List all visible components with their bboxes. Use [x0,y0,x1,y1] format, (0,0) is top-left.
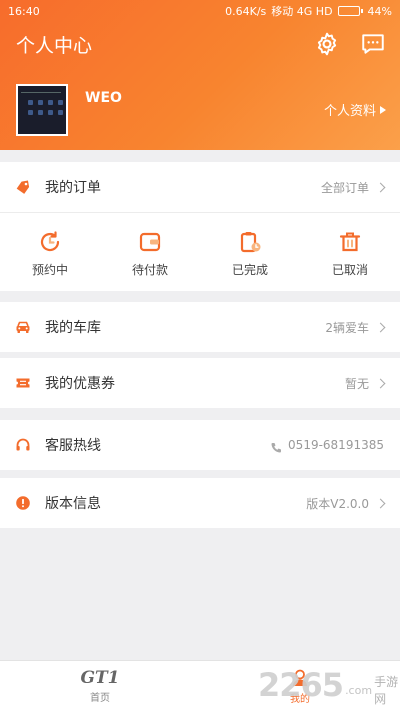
status-time: 16:40 [8,4,40,18]
clock-icon [37,229,63,255]
car-icon [15,319,31,335]
version-value: 版本V2.0.0 [306,496,369,511]
headset-icon [15,437,31,453]
watermark-suffix: .com [345,683,373,697]
clipboard-clock-icon [237,229,263,255]
my-garage-label: 我的车库 [45,320,101,336]
site-watermark: 2265 .com 手游网 [258,662,400,708]
my-garage-row[interactable]: 我的车库 2辆爱车 [0,302,400,352]
page-title: 个人中心 [16,35,93,57]
profile-header: 16:40 0.64K/s 移动 4G HD 44% 个人中心 WEO 个人资料 [0,0,400,150]
tag-icon [15,179,31,195]
chevron-right-icon [375,498,386,508]
my-orders-row[interactable]: 我的订单 全部订单 [0,162,400,212]
my-orders-label: 我的订单 [45,180,101,196]
order-status-label: 预约中 [31,263,68,277]
tab-home[interactable]: GT1 首页 [0,661,200,711]
ticket-icon [15,375,31,391]
trash-icon [337,229,363,255]
battery-icon [337,6,363,16]
garage-count: 2辆爱车 [325,320,369,335]
order-status-label: 待付款 [131,263,168,277]
my-coupons-row[interactable]: 我的优惠券 暂无 [0,358,400,408]
wallet-icon [137,229,163,255]
coupons-value: 暂无 [344,376,369,391]
order-status-pending-payment[interactable]: 待付款 [100,213,200,291]
net-speed: 0.64K/s [225,4,267,18]
profile-link[interactable]: 个人资料 [324,100,386,119]
status-bar: 16:40 0.64K/s 移动 4G HD 44% [0,0,400,22]
order-status-booking[interactable]: 预约中 [0,213,100,291]
gear-icon[interactable] [314,31,340,57]
order-status-completed[interactable]: 已完成 [200,213,300,291]
my-coupons-label: 我的优惠券 [45,376,115,392]
order-status-list: 预约中 待付款 已完成 已取消 [0,213,400,291]
info-icon [15,495,31,511]
carrier-label: 移动 4G HD [271,5,333,18]
triangle-right-icon [380,105,386,114]
version-info-row[interactable]: 版本信息 版本V2.0.0 [0,478,400,528]
version-info-label: 版本信息 [45,496,101,512]
service-hotline-label: 客服热线 [45,438,101,454]
order-status-cancelled[interactable]: 已取消 [300,213,400,291]
phone-icon [270,439,282,453]
avatar[interactable] [16,84,68,136]
message-icon[interactable] [360,31,386,57]
all-orders-label: 全部订单 [320,180,369,195]
chevron-right-icon [375,182,386,192]
profile-link-label: 个人资料 [323,104,376,119]
order-status-label: 已取消 [331,263,368,277]
hotline-number: 0519-68191385 [288,438,384,452]
battery-percent: 44% [367,4,392,18]
order-status-label: 已完成 [231,263,268,277]
tab-home-label: 首页 [90,692,110,704]
service-hotline-row[interactable]: 客服热线 0519-68191385 [0,420,400,470]
watermark-number: 2265 [258,666,344,704]
chevron-right-icon [375,322,386,332]
home-logo: GT1 [80,667,120,688]
chevron-right-icon [375,378,386,388]
username: WEO [85,90,122,106]
watermark-site: 手游网 [374,675,399,706]
